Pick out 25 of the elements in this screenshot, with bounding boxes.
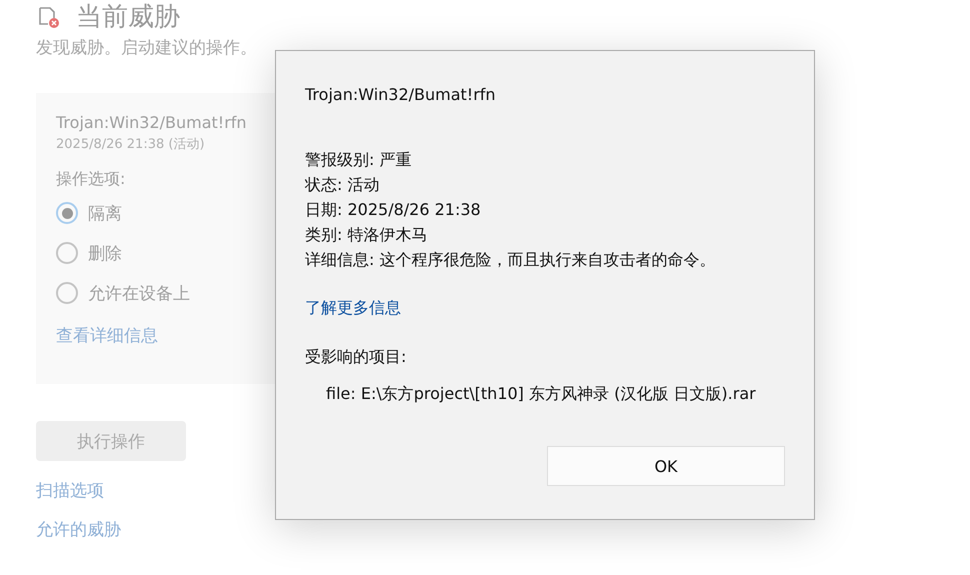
affected-label: 受影响的项目: [305,347,406,368]
threat-meta: 2025/8/26 21:38 (活动) [56,136,205,153]
detail-line: 日期: 2025/8/26 21:38 [305,199,482,221]
detail-line: 类别: 特洛伊木马 [305,224,428,246]
radio-button[interactable] [56,282,78,304]
page-link[interactable]: 扫描选项 [36,479,104,502]
detail-line: 警报级别: 严重 [305,149,412,171]
affected-item: file: E:\东方project\[th10] 东方风神录 (汉化版 日文版).rar [326,384,756,405]
radio-label: 隔离 [88,202,122,224]
radio-button[interactable] [56,242,78,264]
dialog-title: Trojan:Win32/Bumat!rfn [305,84,496,106]
radio-button[interactable] [56,202,78,224]
page-title: 当前威胁 [76,1,180,34]
threat-name: Trojan:Win32/Bumat!rfn [56,113,247,132]
details-link[interactable]: 查看详细信息 [56,324,158,347]
detail-line: 详细信息: 这个程序很危险，而且执行来自攻击者的命令。 [305,249,716,271]
threat-icon [36,4,62,30]
page-subtitle: 发现威胁。启动建议的操作。 [36,37,257,59]
page-link[interactable]: 允许的威胁 [36,518,121,541]
learn-more-link[interactable]: 了解更多信息 [305,298,401,319]
detail-line: 状态: 活动 [305,174,380,196]
radio-label: 允许在设备上 [88,282,190,304]
ok-button[interactable]: OK [547,446,785,486]
radio-label: 删除 [88,242,122,264]
options-label: 操作选项: [56,169,126,190]
